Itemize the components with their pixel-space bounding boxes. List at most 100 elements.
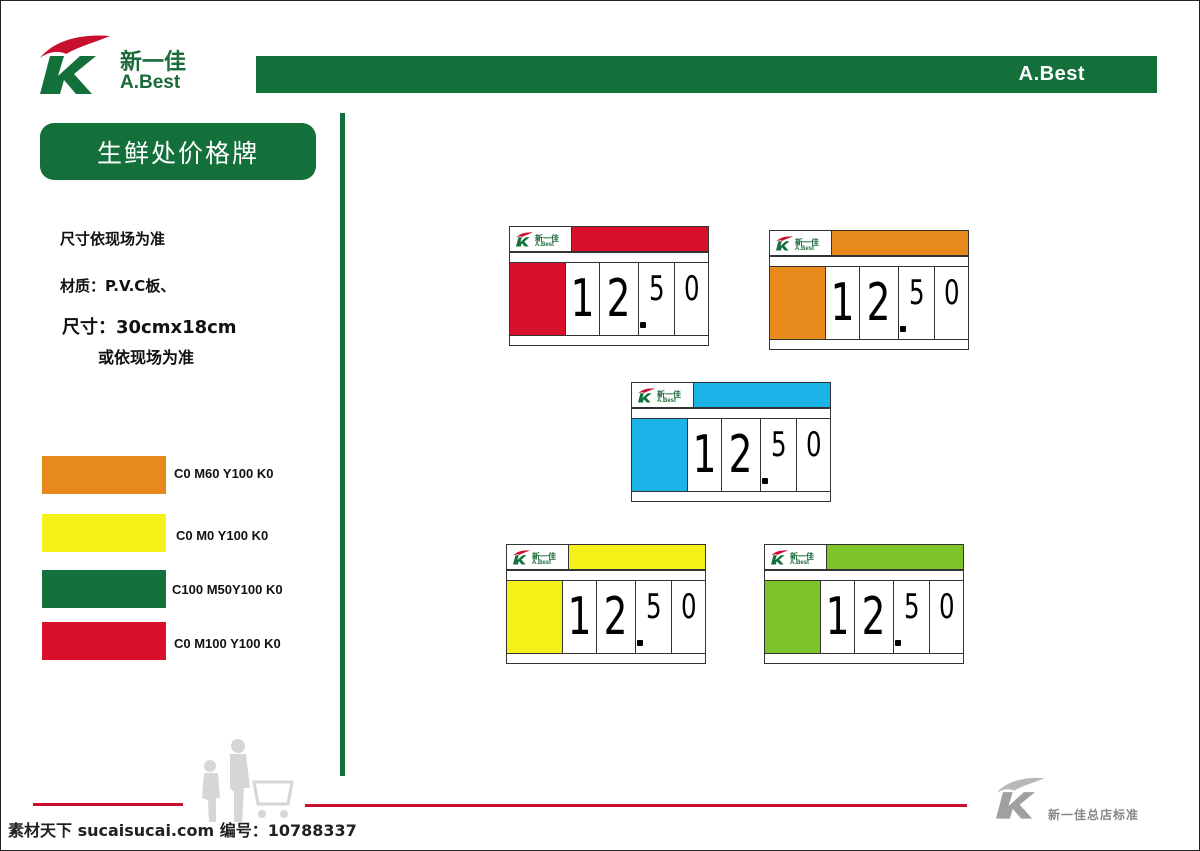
price-decimal-point	[640, 322, 646, 328]
swatch-red-label: C0 M100 Y100 K0	[174, 636, 281, 651]
price-digit-text: 5	[649, 269, 665, 309]
footer-line-left	[33, 803, 183, 806]
price-tag-footer	[509, 335, 709, 346]
price-digit-text: 2	[607, 269, 631, 329]
price-digit-text: 5	[904, 587, 920, 627]
swatch-orange	[42, 456, 166, 494]
price-digit: 1	[565, 262, 601, 336]
brand-logo: 新一佳 A.Best	[36, 30, 216, 96]
price-digit-text: 0	[805, 425, 822, 465]
price-digit-text: 2	[867, 273, 891, 333]
price-tag: 新一佳 A.Best 1 2 5 0	[769, 230, 969, 350]
spec-line-3: 尺寸：30cmx18cm	[62, 317, 237, 338]
price-digit: 1	[687, 418, 723, 492]
swatch-orange-label: C0 M60 Y100 K0	[174, 466, 274, 481]
price-tag-brand-en: A.Best	[535, 242, 555, 248]
price-tag-logo-icon: 新一佳 A.Best	[512, 549, 566, 567]
price-digit: 2	[859, 266, 899, 340]
price-tag-logo-icon: 新一佳 A.Best	[515, 231, 569, 249]
price-tag-footer	[764, 653, 964, 664]
brand-name-en: A.Best	[120, 72, 181, 93]
swatch-yellow-label: C0 M0 Y100 K0	[176, 528, 269, 543]
price-digit-text: 5	[909, 273, 925, 313]
price-digit-text: 0	[683, 269, 700, 309]
price-digit: 1	[562, 580, 598, 654]
price-digit-text: 1	[693, 425, 717, 485]
price-tag-logo-box: 新一佳 A.Best	[506, 544, 570, 570]
price-tag: 新一佳 A.Best 1 2 5 0	[509, 226, 709, 346]
price-tag-brand-en: A.Best	[790, 560, 810, 566]
price-digit: 0	[934, 266, 969, 340]
shoppers-silhouette-icon	[202, 739, 294, 822]
price-digit-text: 1	[571, 269, 595, 329]
price-tag-color-block	[631, 418, 689, 492]
swatch-green	[42, 570, 166, 608]
watermark-text: 素材天下 sucaisucai.com 编号：10788337	[8, 821, 357, 840]
price-digit: 2	[854, 580, 894, 654]
footer-line-right	[305, 804, 967, 807]
price-digit: 0	[671, 580, 706, 654]
price-tag-brand-en: A.Best	[532, 560, 552, 566]
price-tag-logo-icon: 新一佳 A.Best	[775, 235, 829, 253]
price-digit-text: 5	[646, 587, 662, 627]
swatch-yellow	[42, 514, 166, 552]
price-decimal-point	[762, 478, 768, 484]
price-tag-color-block	[764, 580, 822, 654]
spec-line-1: 尺寸依现场为准	[60, 230, 166, 248]
header-bar-label: A.Best	[1018, 63, 1085, 85]
spec-line-2: 材质：P.V.C板、	[60, 277, 176, 295]
swatch-green-label: C100 M50Y100 K0	[172, 582, 283, 597]
price-tag-logo-box: 新一佳 A.Best	[769, 230, 833, 256]
price-tag-color-block	[506, 580, 564, 654]
price-tag-logo-box: 新一佳 A.Best	[509, 226, 573, 252]
price-tag-header-color	[568, 544, 706, 570]
price-tag-footer	[506, 653, 706, 664]
price-tag: 新一佳 A.Best 1 2 5 0	[764, 544, 964, 664]
swatch-red	[42, 622, 166, 660]
footer-standard-label: 新一佳总店标准	[1048, 808, 1140, 822]
price-digit-text: 1	[826, 587, 850, 647]
price-tag-footer	[631, 491, 831, 502]
price-tag-footer	[769, 339, 969, 350]
price-tag-header-color	[826, 544, 964, 570]
brand-logo-icon	[40, 35, 110, 94]
price-digit-text: 2	[862, 587, 886, 647]
price-digit: 2	[721, 418, 761, 492]
price-digit: 0	[929, 580, 964, 654]
price-digit-text: 0	[943, 273, 960, 313]
price-tag-brand-en: A.Best	[795, 246, 815, 252]
price-digit-text: 5	[771, 425, 787, 465]
price-digit: 0	[674, 262, 709, 336]
price-tag: 新一佳 A.Best 1 2 5 0	[631, 382, 831, 502]
price-tag-logo-icon: 新一佳 A.Best	[770, 549, 824, 567]
price-digit: 2	[596, 580, 636, 654]
price-tag: 新一佳 A.Best 1 2 5 0	[506, 544, 706, 664]
vertical-divider	[340, 113, 345, 776]
price-digit: 0	[796, 418, 831, 492]
price-digit-text: 0	[938, 587, 955, 627]
price-tag-brand-en: A.Best	[657, 398, 677, 404]
price-digit: 1	[820, 580, 856, 654]
price-digit-text: 1	[831, 273, 855, 333]
price-digit: 2	[599, 262, 639, 336]
price-tag-header-color	[571, 226, 709, 252]
footer-logo-icon	[996, 777, 1045, 819]
price-tag-header-color	[693, 382, 831, 408]
price-decimal-point	[895, 640, 901, 646]
price-digit-text: 1	[568, 587, 592, 647]
price-tag-color-block	[509, 262, 567, 336]
price-tag-header-color	[831, 230, 969, 256]
price-tag-logo-box: 新一佳 A.Best	[764, 544, 828, 570]
header-bar: A.Best	[256, 56, 1157, 93]
price-decimal-point	[637, 640, 643, 646]
price-digit-text: 2	[604, 587, 628, 647]
price-digit-text: 2	[729, 425, 753, 485]
price-tag-logo-icon: 新一佳 A.Best	[637, 387, 691, 405]
price-tag-color-block	[769, 266, 827, 340]
price-digit-text: 0	[680, 587, 697, 627]
spec-line-4: 或依现场为准	[98, 348, 195, 367]
price-digit: 1	[825, 266, 861, 340]
price-tag-logo-box: 新一佳 A.Best	[631, 382, 695, 408]
page-title: 生鲜处价格牌	[40, 123, 316, 180]
price-decimal-point	[900, 326, 906, 332]
